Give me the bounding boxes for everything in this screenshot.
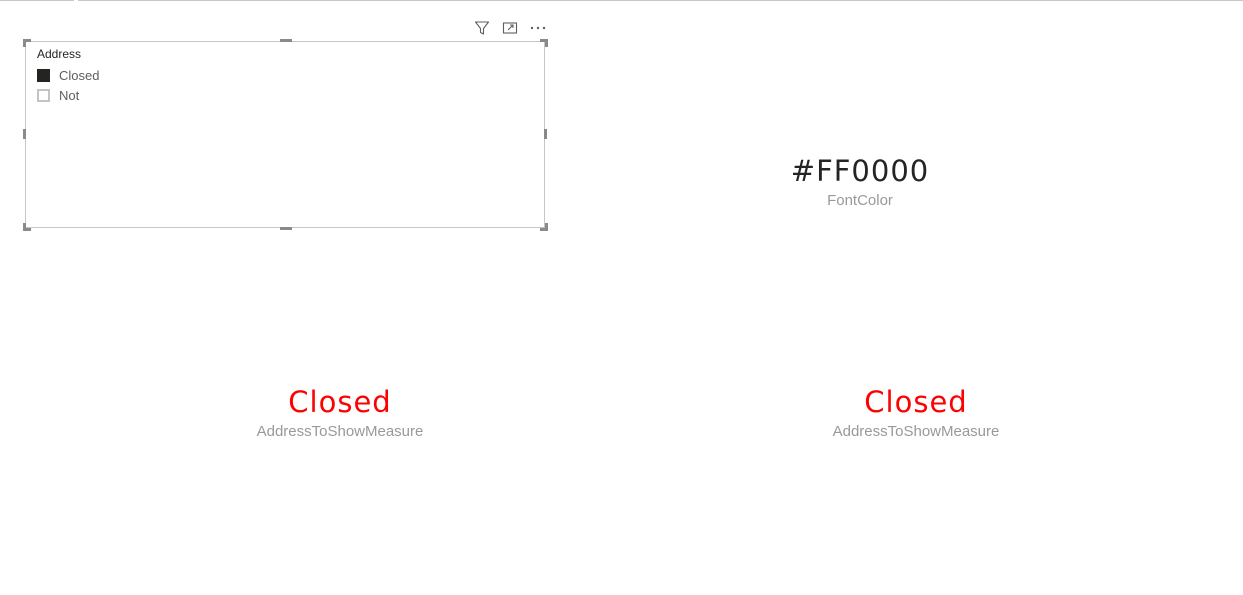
checkbox-checked[interactable] — [37, 68, 50, 82]
slicer-item-not[interactable]: Not — [37, 87, 79, 103]
card-value: #FF0000 — [790, 154, 930, 188]
resize-handle-top[interactable] — [280, 39, 292, 42]
more-options-icon[interactable] — [526, 18, 550, 38]
resize-handle-bottom-right[interactable] — [540, 223, 548, 231]
filter-icon[interactable] — [470, 18, 494, 38]
card-label: AddressToShowMeasure — [832, 423, 1000, 440]
address-measure-card-right[interactable]: Closed AddressToShowMeasure — [756, 384, 1076, 442]
card-label: AddressToShowMeasure — [256, 423, 424, 440]
resize-handle-top-left[interactable] — [23, 39, 31, 47]
address-slicer[interactable] — [25, 41, 545, 228]
resize-handle-top-right[interactable] — [540, 39, 548, 47]
address-measure-card-left[interactable]: Closed AddressToShowMeasure — [180, 384, 500, 442]
checkbox-unchecked[interactable] — [37, 88, 50, 102]
report-canvas: Address Closed Not #FF0000 FontColor Clo… — [0, 0, 1243, 595]
card-label: FontColor — [827, 192, 893, 209]
resize-handle-bottom-left[interactable] — [23, 223, 31, 231]
visual-header-toolbar — [466, 18, 550, 38]
resize-handle-right[interactable] — [544, 129, 547, 139]
slicer-item-label: Not — [59, 87, 80, 103]
font-color-card[interactable]: #FF0000 FontColor — [700, 153, 1020, 211]
focus-mode-icon[interactable] — [498, 18, 522, 38]
top-divider-gap — [74, 0, 78, 2]
slicer-header: Address — [37, 47, 82, 61]
card-value: Closed — [864, 385, 968, 419]
top-divider — [0, 0, 1243, 1]
card-value: Closed — [288, 385, 392, 419]
slicer-item-closed[interactable]: Closed — [37, 67, 99, 83]
resize-handle-left[interactable] — [23, 129, 26, 139]
resize-handle-bottom[interactable] — [280, 227, 292, 230]
slicer-item-label: Closed — [59, 67, 100, 83]
